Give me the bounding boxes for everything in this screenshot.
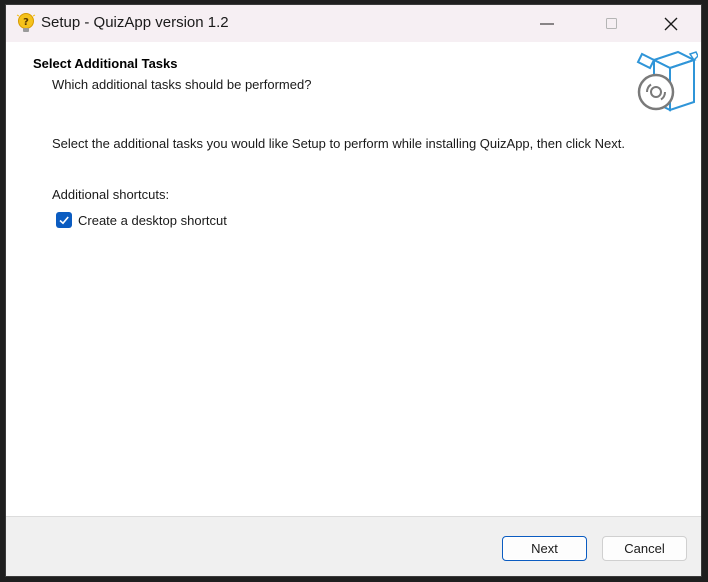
wizard-footer: Next Cancel <box>6 516 701 576</box>
desktop-shortcut-label[interactable]: Create a desktop shortcut <box>78 213 227 228</box>
wizard-content: Select the additional tasks you would li… <box>6 114 701 516</box>
minimize-icon <box>540 23 554 25</box>
maximize-icon <box>606 18 617 29</box>
quiz-app-icon: ? <box>16 12 36 34</box>
setup-box-disc-icon <box>634 48 699 112</box>
setup-window: ? Setup - QuizApp version 1.2 Select Add… <box>5 4 702 577</box>
close-button[interactable] <box>648 5 694 42</box>
maximize-button[interactable] <box>589 5 635 42</box>
checkmark-icon <box>59 216 69 225</box>
close-icon <box>664 17 678 31</box>
page-title: Select Additional Tasks <box>33 56 178 71</box>
shortcuts-group-label: Additional shortcuts: <box>52 187 170 202</box>
window-title: Setup - QuizApp version 1.2 <box>41 14 229 31</box>
svg-text:?: ? <box>23 17 29 28</box>
cancel-button[interactable]: Cancel <box>602 536 687 561</box>
desktop-shortcut-checkbox[interactable] <box>56 212 72 228</box>
next-button[interactable]: Next <box>502 536 587 561</box>
instructions-text: Select the additional tasks you would li… <box>52 136 626 151</box>
page-subtitle: Which additional tasks should be perform… <box>52 77 312 92</box>
title-bar[interactable]: ? Setup - QuizApp version 1.2 <box>6 5 701 42</box>
minimize-button[interactable] <box>524 5 570 42</box>
wizard-header: Select Additional Tasks Which additional… <box>6 42 701 114</box>
